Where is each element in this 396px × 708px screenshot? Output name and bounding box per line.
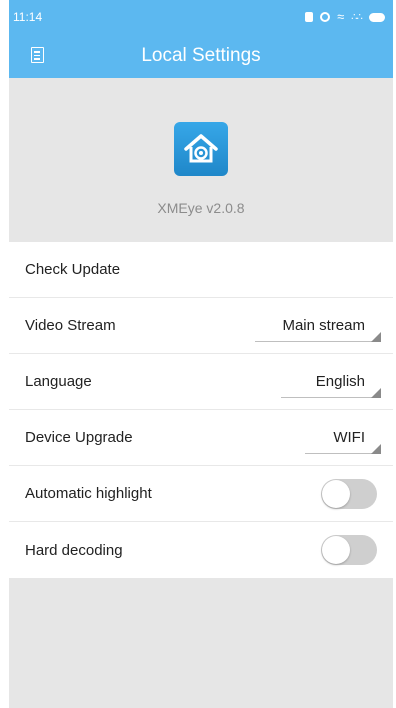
- signal-icon: ∴∴: [351, 11, 363, 23]
- status-bar: 11:14 ≈ ∴∴: [9, 0, 393, 34]
- hard-decoding-toggle[interactable]: [321, 535, 377, 565]
- dropdown-underline: [255, 340, 381, 342]
- video-stream-row: Video Stream Main stream: [9, 298, 393, 354]
- video-stream-label: Video Stream: [25, 317, 116, 334]
- title-bar: Local Settings: [9, 34, 393, 78]
- dropdown-underline: [281, 396, 381, 398]
- check-update-label: Check Update: [25, 261, 121, 278]
- automatic-highlight-toggle[interactable]: [321, 478, 377, 509]
- dropdown-arrow-icon: [371, 443, 381, 454]
- app-version: XMEye v2.0.8: [157, 200, 245, 216]
- device-upgrade-select[interactable]: WIFI: [305, 418, 381, 458]
- settings-list: Check Update Video Stream Main stream La…: [9, 242, 393, 578]
- language-value: English: [315, 373, 365, 390]
- dropdown-arrow-icon: [371, 387, 381, 398]
- device-upgrade-label: Device Upgrade: [25, 429, 133, 446]
- about-section: XMEye v2.0.8: [9, 78, 393, 242]
- video-stream-select[interactable]: Main stream: [255, 306, 381, 346]
- vibrate-icon: [305, 12, 314, 22]
- status-time: 11:14: [13, 10, 43, 24]
- video-stream-value: Main stream: [282, 317, 365, 334]
- dropdown-arrow-icon: [371, 331, 381, 342]
- app-screen: 11:14 ≈ ∴∴ Local Settings XMEye v2.0.8 C…: [9, 0, 393, 708]
- dropdown-underline: [305, 452, 381, 454]
- language-row: Language English: [9, 354, 393, 410]
- check-update-row[interactable]: Check Update: [9, 242, 393, 298]
- wifi-icon: ≈: [337, 9, 345, 24]
- toggle-knob: [322, 479, 350, 508]
- automatic-highlight-label: Automatic highlight: [25, 485, 152, 502]
- language-label: Language: [25, 373, 92, 390]
- hard-decoding-label: Hard decoding: [25, 541, 123, 559]
- automatic-highlight-row: Automatic highlight: [9, 466, 393, 522]
- alarm-icon: [320, 12, 331, 22]
- hard-decoding-row: Hard decoding: [9, 522, 393, 578]
- language-select[interactable]: English: [281, 362, 381, 402]
- house-camera-icon: [174, 122, 228, 176]
- page-title: Local Settings: [141, 45, 261, 66]
- device-upgrade-row: Device Upgrade WIFI: [9, 410, 393, 466]
- toggle-knob: [322, 536, 350, 564]
- menu-icon[interactable]: [31, 47, 44, 63]
- status-icons: ≈ ∴∴: [305, 9, 385, 24]
- battery-icon: [369, 12, 385, 22]
